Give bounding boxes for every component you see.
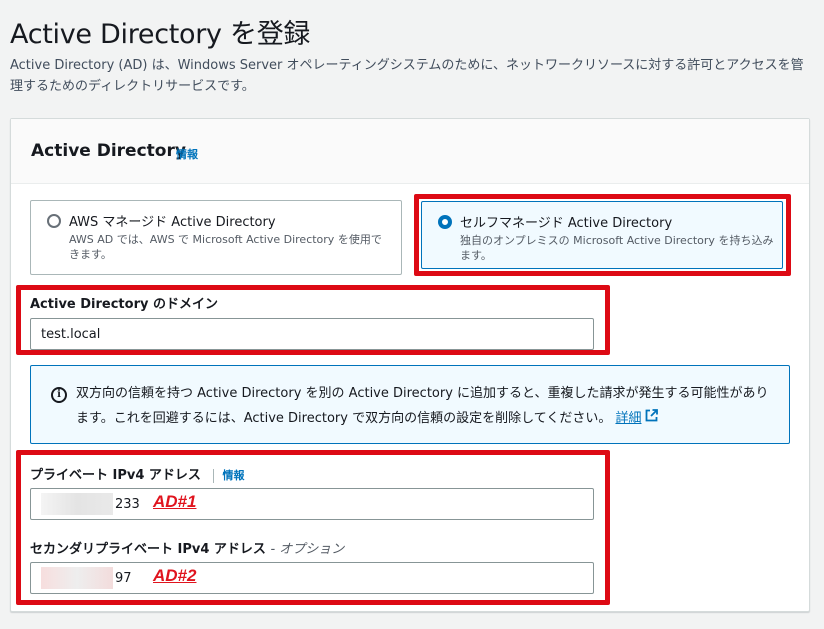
alert-text: 双方向の信頼を持つ Active Directory を別の Active Di… bbox=[76, 386, 769, 426]
panel-title: Active Directory bbox=[31, 141, 186, 161]
domain-input[interactable]: test.local bbox=[30, 318, 594, 350]
option-self-managed-description: 独自のオンプレミスの Microsoft Active Directory を持… bbox=[460, 234, 774, 262]
alert-learn-more-link[interactable]: 詳細 bbox=[615, 411, 641, 426]
option-aws-managed-label: AWS マネージド Active Directory bbox=[69, 215, 276, 230]
secondary-ip-optional: - オプション bbox=[270, 542, 345, 557]
page-description: Active Directory (AD) は、Windows Server オ… bbox=[10, 58, 804, 94]
page-title: Active Directory を登録 bbox=[10, 19, 311, 50]
redacted-ip-prefix bbox=[41, 493, 113, 515]
primary-ip-label-text: プライベート IPv4 アドレス bbox=[30, 468, 201, 483]
duplicate-billing-alert: i 双方向の信頼を持つ Active Directory を別の Active … bbox=[30, 365, 790, 444]
option-self-managed-label: セルフマネージド Active Directory bbox=[460, 216, 673, 231]
radio-aws-managed[interactable] bbox=[47, 214, 61, 228]
option-aws-managed-description: AWS AD では、AWS で Microsoft Active Directo… bbox=[69, 233, 382, 261]
secondary-ip-label-text: セカンダリプライベート IPv4 アドレス bbox=[30, 542, 266, 557]
primary-ip-suffix: 233 bbox=[115, 496, 140, 512]
redacted-ip-prefix bbox=[41, 567, 113, 589]
domain-input-value: test.local bbox=[41, 326, 101, 342]
panel-header: Active Directory 情報 bbox=[11, 119, 809, 184]
alert-message: 双方向の信頼を持つ Active Directory を別の Active Di… bbox=[76, 381, 781, 431]
secondary-ip-suffix: 97 bbox=[115, 570, 132, 586]
domain-label: Active Directory のドメイン bbox=[30, 297, 218, 312]
option-aws-managed[interactable]: AWS マネージド Active Directory AWS AD では、AWS… bbox=[30, 200, 402, 275]
secondary-ip-annotation: AD#2 bbox=[153, 566, 197, 585]
external-link-icon[interactable] bbox=[645, 406, 659, 431]
primary-ip-info-link[interactable]: 情報 bbox=[222, 469, 244, 482]
primary-ip-input[interactable]: 233 bbox=[30, 488, 594, 520]
label-divider bbox=[213, 468, 215, 483]
option-self-managed[interactable]: セルフマネージド Active Directory 独自のオンプレミスの Mic… bbox=[421, 201, 783, 269]
panel-info-link[interactable]: 情報 bbox=[176, 146, 198, 162]
primary-ip-label: プライベート IPv4 アドレス 情報 bbox=[30, 464, 244, 483]
primary-ip-annotation: AD#1 bbox=[153, 492, 197, 511]
secondary-ip-input[interactable]: 97 bbox=[30, 562, 594, 594]
info-circle-icon: i bbox=[51, 387, 67, 403]
radio-self-managed[interactable] bbox=[438, 215, 452, 229]
secondary-ip-label: セカンダリプライベート IPv4 アドレス - オプション bbox=[30, 538, 344, 557]
